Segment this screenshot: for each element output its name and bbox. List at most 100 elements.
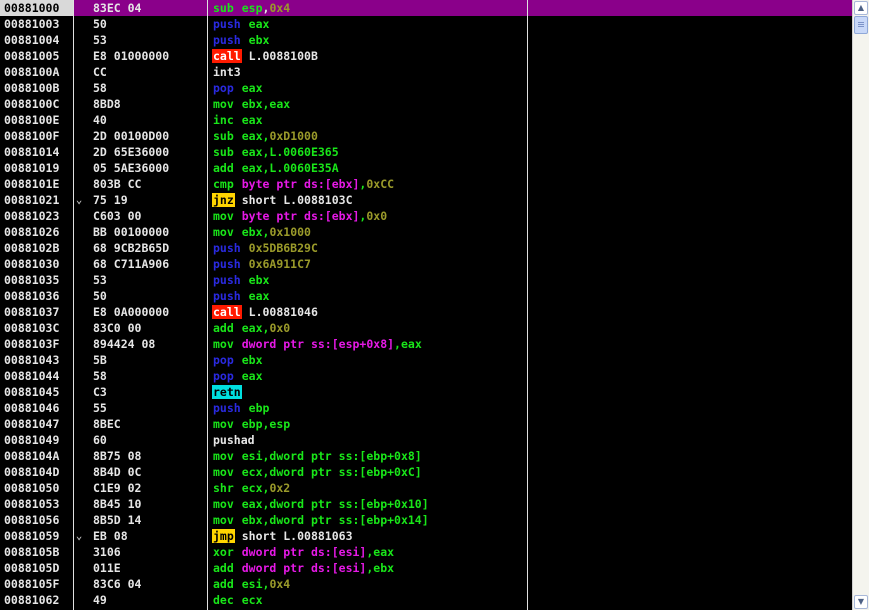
hex-bytes-cell: C603 00 bbox=[93, 209, 142, 223]
instruction-cell: mov ebp,esp bbox=[212, 416, 290, 432]
instruction-row[interactable]: 00881036 50 push eax bbox=[0, 288, 852, 304]
address-cell: 00881035 bbox=[4, 273, 60, 287]
address-cell: 00881062 bbox=[4, 593, 60, 607]
vertical-scrollbar[interactable]: ▲ ▼ bbox=[852, 0, 869, 610]
instruction-row[interactable]: 0088105B 3106 xor dword ptr ds:[esi],eax bbox=[0, 544, 852, 560]
mnemonic: jnz bbox=[212, 193, 235, 207]
instruction-row[interactable]: 00881050 C1E9 02 shr ecx,0x2 bbox=[0, 480, 852, 496]
instruction-row[interactable]: 0088100F 2D 00100D00 sub eax,0xD1000 bbox=[0, 128, 852, 144]
instruction-cell: push 0x6A911C7 bbox=[212, 256, 311, 272]
jump-marker-icon bbox=[74, 16, 84, 32]
instruction-cell: mov ebx,dword ptr ss:[ebp+0x14] bbox=[212, 512, 429, 528]
hex-bytes-cell: EB 08 bbox=[93, 529, 128, 543]
hex-bytes-cell: BB 00100000 bbox=[93, 225, 170, 239]
instruction-row[interactable]: 00881030 68 C711A906 push 0x6A911C7 bbox=[0, 256, 852, 272]
instruction-row[interactable]: 00881046 55 push ebp bbox=[0, 400, 852, 416]
jump-marker-icon bbox=[74, 288, 84, 304]
up-arrow-icon[interactable]: ▲ bbox=[854, 1, 868, 15]
instruction-cell: call L.00881046 bbox=[212, 304, 318, 320]
instruction-row[interactable]: 0088104A 8B75 08 mov esi,dword ptr ss:[ebp… bbox=[0, 448, 852, 464]
instruction-row[interactable]: 0088100C 8BD8 mov ebx,eax bbox=[0, 96, 852, 112]
hex-bytes-cell: 894424 08 bbox=[93, 337, 156, 351]
operand: eax bbox=[241, 321, 263, 335]
mnemonic: push bbox=[213, 401, 241, 415]
instruction-row[interactable]: 0088100E 40 inc eax bbox=[0, 112, 852, 128]
instruction-row[interactable]: 00881019 05 5AE36000 add eax,L.0060E35A bbox=[0, 160, 852, 176]
mnemonic: push bbox=[213, 289, 241, 303]
instruction-cell: mov ecx,dword ptr ss:[ebp+0xC] bbox=[212, 464, 422, 480]
disassembly-listing[interactable]: 00881000 83EC 04 sub esp,0x4 00881003 50 push… bbox=[0, 0, 852, 610]
instruction-row[interactable]: 0088104D 8B4D 0C mov ecx,dword ptr ss:[ebp… bbox=[0, 464, 852, 480]
instruction-row[interactable]: 0088100B 58 pop eax bbox=[0, 80, 852, 96]
instruction-row[interactable]: 0088103C 83C0 00 add eax,0x0 bbox=[0, 320, 852, 336]
instruction-row[interactable]: 00881021 ⌄ 75 19 jnz short L.0088103C bbox=[0, 192, 852, 208]
instruction-row[interactable]: 00881049 60 pushad bbox=[0, 432, 852, 448]
instruction-row[interactable]: 00881026 BB 00100000 mov ebx,0x1000 bbox=[0, 224, 852, 240]
operand: 0xD1000 bbox=[269, 129, 318, 143]
hex-bytes-cell: 8B45 10 bbox=[93, 497, 142, 511]
instruction-cell: jnz short L.0088103C bbox=[212, 192, 353, 208]
operand: 0xCC bbox=[366, 177, 395, 191]
hex-bytes-cell: C1E9 02 bbox=[93, 481, 142, 495]
instruction-row[interactable]: 00881059 ⌄ EB 08 jmp short L.00881063 bbox=[0, 528, 852, 544]
jump-marker-icon bbox=[74, 576, 84, 592]
instruction-cell: pop eax bbox=[212, 80, 263, 96]
address-cell: 00881045 bbox=[4, 385, 60, 399]
instruction-row[interactable]: 00881047 8BEC mov ebp,esp bbox=[0, 416, 852, 432]
operand: ebx,dword ptr ss:[ebp+0x14] bbox=[241, 513, 429, 527]
jump-marker-icon bbox=[74, 32, 84, 48]
address-cell: 00881023 bbox=[4, 209, 60, 223]
address-cell: 00881003 bbox=[4, 17, 60, 31]
instruction-cell: push ebx bbox=[212, 32, 269, 48]
hex-bytes-cell: 68 9CB2B65D bbox=[93, 241, 170, 255]
instruction-row[interactable]: 00881003 50 push eax bbox=[0, 16, 852, 32]
operand: ,eax bbox=[366, 545, 395, 559]
instruction-row[interactable]: 00881043 5B pop ebx bbox=[0, 352, 852, 368]
instruction-row[interactable]: 00881005 E8 01000000 call L.0088100B bbox=[0, 48, 852, 64]
instruction-row[interactable]: 00881014 2D 65E36000 sub eax,L.0060E365 bbox=[0, 144, 852, 160]
scrollbar-thumb[interactable] bbox=[854, 16, 868, 34]
mnemonic: call bbox=[212, 305, 242, 319]
instruction-row[interactable]: 00881062 49 dec ecx bbox=[0, 592, 852, 608]
instruction-row[interactable]: 0088103F 894424 08 mov dword ptr ss:[esp+0… bbox=[0, 336, 852, 352]
address-cell: 0088102B bbox=[4, 241, 60, 255]
instruction-row[interactable]: 00881053 8B45 10 mov eax,dword ptr ss:[ebp… bbox=[0, 496, 852, 512]
hex-bytes-cell: 8BD8 bbox=[93, 97, 121, 111]
mnemonic: sub bbox=[213, 129, 234, 143]
instruction-row[interactable]: 0088101E 803B CC cmp byte ptr ds:[ebx],0xC… bbox=[0, 176, 852, 192]
instruction-row[interactable]: 00881045 C3 retn bbox=[0, 384, 852, 400]
operand: byte ptr ds:[ebx] bbox=[241, 177, 360, 191]
operand: L.0088100B bbox=[248, 49, 318, 63]
address-cell: 0088103C bbox=[4, 321, 60, 335]
column-separator bbox=[207, 0, 208, 610]
instruction-row[interactable]: 0088105F 83C6 04 add esi,0x4 bbox=[0, 576, 852, 592]
address-cell: 00881056 bbox=[4, 513, 60, 527]
operand: 0x6A911C7 bbox=[248, 257, 311, 271]
mnemonic: add bbox=[213, 161, 234, 175]
mnemonic: pop bbox=[213, 369, 234, 383]
jump-marker-icon bbox=[74, 560, 84, 576]
operand: 0x1000 bbox=[269, 225, 311, 239]
hex-bytes-cell: 49 bbox=[93, 593, 107, 607]
jump-marker-icon bbox=[74, 96, 84, 112]
instruction-row[interactable]: 0088100A CC int3 bbox=[0, 64, 852, 80]
jump-marker-icon bbox=[74, 160, 84, 176]
instruction-cell: cmp byte ptr ds:[ebx],0xCC bbox=[212, 176, 394, 192]
down-arrow-icon[interactable]: ▼ bbox=[854, 595, 868, 609]
address-cell: 0088100E bbox=[4, 113, 60, 127]
instruction-row[interactable]: 00881037 E8 0A000000 call L.00881046 bbox=[0, 304, 852, 320]
instruction-row[interactable]: 00881035 53 push ebx bbox=[0, 272, 852, 288]
column-separator bbox=[73, 0, 74, 610]
instruction-row[interactable]: 00881056 8B5D 14 mov ebx,dword ptr ss:[ebp… bbox=[0, 512, 852, 528]
instruction-cell: push ebp bbox=[212, 400, 269, 416]
operand: ,ebx bbox=[366, 561, 395, 575]
instruction-row[interactable]: 00881044 58 pop eax bbox=[0, 368, 852, 384]
instruction-row[interactable]: 0088105D 011E add dword ptr ds:[esi],ebx bbox=[0, 560, 852, 576]
selected-instruction-row[interactable]: 00881000 83EC 04 sub esp,0x4 bbox=[0, 0, 852, 16]
instruction-row[interactable]: 00881023 C603 00 mov byte ptr ds:[ebx],0x0 bbox=[0, 208, 852, 224]
instruction-row[interactable]: 00881004 53 push ebx bbox=[0, 32, 852, 48]
instruction-cell: shr ecx,0x2 bbox=[212, 480, 290, 496]
mnemonic: add bbox=[213, 321, 234, 335]
hex-bytes-cell: 8B75 08 bbox=[93, 449, 142, 463]
instruction-row[interactable]: 0088102B 68 9CB2B65D push 0x5DB6B29C bbox=[0, 240, 852, 256]
